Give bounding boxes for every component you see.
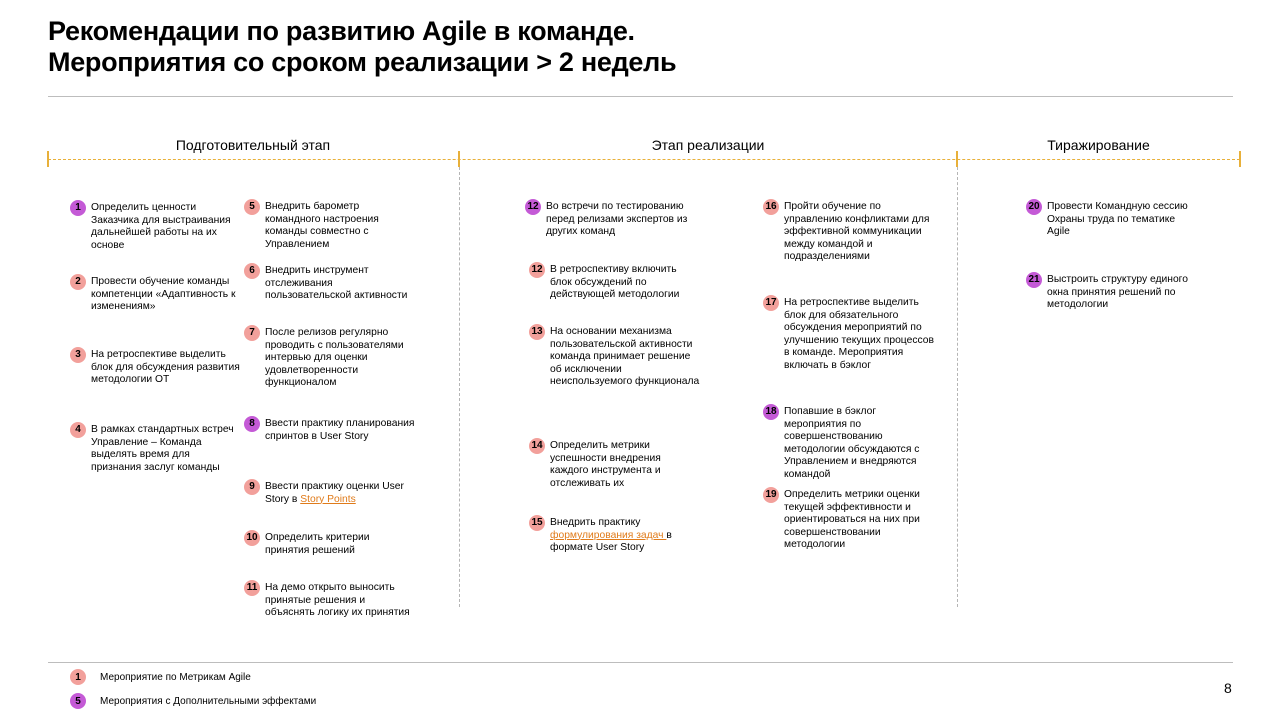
action-text: Пройти обучение по управлению конфликтам…	[784, 201, 930, 263]
page-number: 8	[1224, 680, 1232, 696]
action-text: Определить ценности Заказчика для выстра…	[91, 202, 231, 251]
action-item: 11 На демо открыто выносить принятые реше…	[244, 580, 415, 620]
metrics-badge-icon: 14	[529, 438, 545, 454]
legend-item-effects: 5 Мероприятия с Дополнительными эффектам…	[70, 693, 316, 709]
action-text: Провести обучение команды компетенции «А…	[91, 276, 236, 313]
effects-badge-icon: 21	[1026, 272, 1042, 288]
action-item: 12 В ретроспективу включить блок обсужден…	[529, 262, 700, 302]
title-line-1: Рекомендации по развитию Agile в команде…	[48, 16, 635, 46]
metrics-badge-icon: 10	[244, 530, 260, 546]
phase-separator	[957, 167, 958, 607]
action-text: Провести Командную сессию Охраны труда п…	[1047, 201, 1188, 238]
action-item: 6 Внедрить инструмент отслеживания пользо…	[244, 263, 415, 303]
action-text: Выстроить структуру единого окна приняти…	[1047, 274, 1188, 311]
page-title: Рекомендации по развитию Agile в команде…	[48, 16, 677, 78]
timeline-tick	[47, 151, 49, 167]
action-text: После релизов регулярно проводить с поль…	[265, 327, 404, 389]
action-item: 12 Во встречи по тестированию перед релиз…	[525, 199, 696, 239]
phase-implementation: Этап реализации	[651, 137, 765, 153]
action-item: 7 После релизов регулярно проводить с пол…	[244, 325, 415, 390]
effects-badge-icon: 8	[244, 416, 260, 432]
metrics-badge-icon: 4	[70, 422, 86, 438]
action-text: Ввести практику оценки User Story в Stor…	[265, 481, 415, 506]
metrics-badge-icon: 16	[763, 199, 779, 215]
action-text: На ретроспективе выделить блок для обяза…	[784, 297, 934, 371]
action-item: 9 Ввести практику оценки User Story в Sto…	[244, 479, 415, 506]
phase-preparatory: Подготовительный этап	[175, 137, 331, 153]
metrics-badge-icon: 2	[70, 274, 86, 290]
action-text: На демо открыто выносить принятые решени…	[265, 582, 410, 619]
legend-item-metrics: 1 Мероприятие по Метрикам Agile	[70, 669, 251, 685]
bottom-divider	[48, 662, 1233, 663]
action-text: Внедрить практику формулирования задач в…	[550, 517, 700, 555]
action-text: Внедрить барометр командного настроения …	[265, 201, 379, 250]
phase-replication: Тиражирование	[1047, 137, 1150, 153]
hyperlink[interactable]: формулирования задач	[550, 530, 666, 541]
action-text: Ввести практику планирования спринтов в …	[265, 418, 415, 442]
action-text: Определить метрики успешности внедрения …	[550, 440, 661, 489]
action-text: Попавшие в бэклог мероприятия по соверше…	[784, 406, 920, 480]
action-text: В ретроспективу включить блок обсуждений…	[550, 264, 680, 301]
effects-badge-icon: 18	[763, 404, 779, 420]
action-item: 17 На ретроспективе выделить блок для обя…	[763, 295, 934, 373]
action-text: На ретроспективе выделить блок для обсуж…	[91, 349, 240, 386]
legend-label: Мероприятия с Дополнительными эффектами	[100, 695, 317, 707]
metrics-badge-icon: 9	[244, 479, 260, 495]
effects-badge-icon: 1	[70, 200, 86, 216]
action-item: 8 Ввести практику планирования спринтов в…	[244, 416, 415, 443]
action-item: 3 На ретроспективе выделить блок для обсу…	[70, 347, 241, 387]
metrics-badge-icon: 1	[70, 669, 86, 685]
action-item: 18 Попавшие в бэклог мероприятия по совер…	[763, 404, 934, 482]
title-line-2: Мероприятия со сроком реализации > 2 нед…	[48, 47, 677, 77]
action-item: 1 Определить ценности Заказчика для выстр…	[70, 200, 241, 252]
metrics-badge-icon: 17	[763, 295, 779, 311]
action-item: 21 Выстроить структуру единого окна приня…	[1026, 272, 1197, 312]
effects-badge-icon: 5	[70, 693, 86, 709]
hyperlink[interactable]: Story Points	[300, 494, 356, 505]
effects-badge-icon: 20	[1026, 199, 1042, 215]
action-text: Определить метрики оценки текущей эффект…	[784, 489, 920, 551]
action-item: 20 Провести Командную сессию Охраны труда…	[1026, 199, 1197, 239]
action-text-part: Внедрить практику	[550, 517, 641, 528]
action-text: Определить критерии принятия решений	[265, 532, 370, 556]
legend-label: Мероприятие по Метрикам Agile	[100, 671, 251, 683]
metrics-badge-icon: 19	[763, 487, 779, 503]
metrics-badge-icon: 12	[529, 262, 545, 278]
action-text: В рамках стандартных встреч Управление –…	[91, 424, 234, 473]
phase-separator	[459, 167, 460, 607]
action-item: 14 Определить метрики успешности внедрени…	[529, 438, 700, 490]
metrics-badge-icon: 11	[244, 580, 260, 596]
metrics-badge-icon: 15	[529, 515, 545, 531]
action-item: 10 Определить критерии принятия решений	[244, 530, 415, 557]
action-item: 16 Пройти обучение по управлению конфликт…	[763, 199, 934, 264]
metrics-badge-icon: 6	[244, 263, 260, 279]
action-item: 19 Определить метрики оценки текущей эффе…	[763, 487, 934, 552]
action-item: 4 В рамках стандартных встреч Управление …	[70, 422, 241, 474]
action-item: 15 Внедрить практику формулирования задач…	[529, 515, 700, 555]
top-divider	[48, 96, 1233, 97]
metrics-badge-icon: 13	[529, 324, 545, 340]
timeline-line	[48, 159, 1240, 160]
action-text: Внедрить инструмент отслеживания пользов…	[265, 265, 408, 302]
action-item: 2 Провести обучение команды компетенции «…	[70, 274, 241, 314]
timeline-tick	[458, 151, 460, 167]
metrics-badge-icon: 7	[244, 325, 260, 341]
action-text: На основании механизма пользовательской …	[550, 326, 700, 388]
action-text: Во встречи по тестированию перед релизам…	[546, 201, 688, 238]
timeline-tick	[956, 151, 958, 167]
timeline-tick	[1239, 151, 1241, 167]
effects-badge-icon: 12	[525, 199, 541, 215]
action-item: 5 Внедрить барометр командного настроения…	[244, 199, 415, 251]
metrics-badge-icon: 3	[70, 347, 86, 363]
metrics-badge-icon: 5	[244, 199, 260, 215]
action-item: 13 На основании механизма пользовательско…	[529, 324, 700, 389]
